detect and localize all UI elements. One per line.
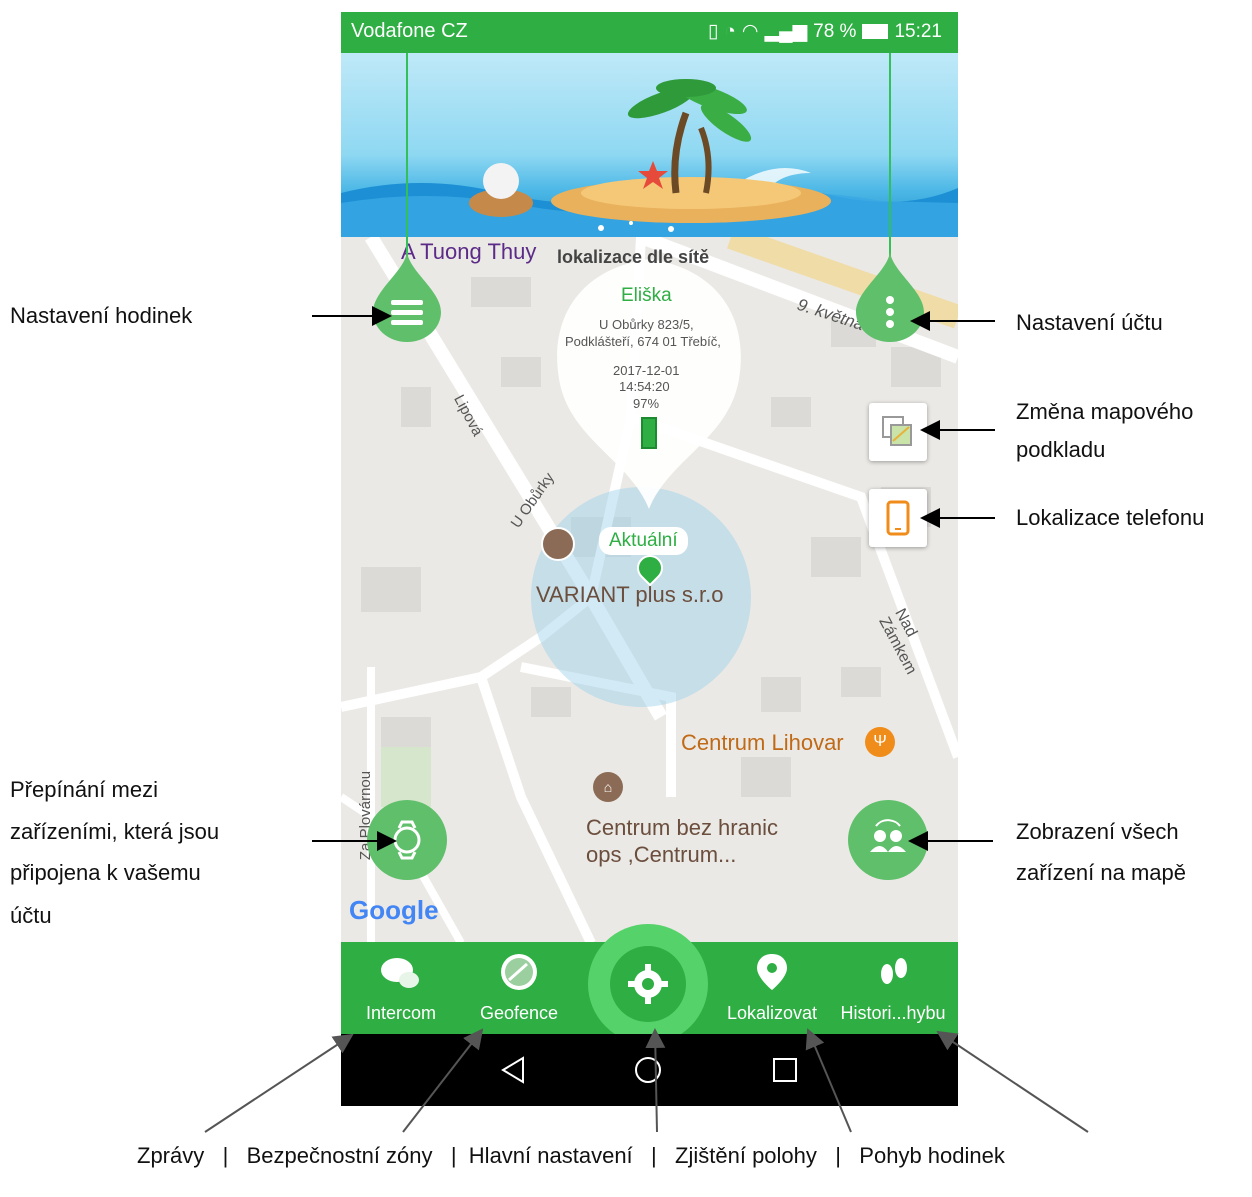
right-drop-line <box>889 53 891 273</box>
map-layer-button[interactable] <box>869 403 927 461</box>
status-bar: Vodafone CZ ▯ ◔ ◠ ▂▄▆ 78 % 15:21 <box>341 12 958 53</box>
annotation-phone-location: Lokalizace telefonu <box>1016 505 1205 530</box>
android-nav-bar <box>341 1034 958 1106</box>
main-settings-inner <box>610 946 686 1022</box>
island-illustration <box>341 79 958 237</box>
annotation-all-devices-1: Zobrazení všech <box>1016 819 1179 844</box>
chat-bubbles-icon <box>381 958 419 988</box>
current-location-badge: Aktuální <box>599 527 688 555</box>
device-battery-percent: 97% <box>633 396 660 411</box>
clock: 15:21 <box>894 20 942 42</box>
annotation-bottom-caption: Zprávy | Bezpečnostní zóny | Hlavní nast… <box>137 1143 1005 1168</box>
location-mode-label: lokalizace dle sítě <box>557 247 710 267</box>
watch-settings-button[interactable] <box>373 250 441 342</box>
poi-label-centrum-bez-hranic: Centrum bez hranic <box>586 815 778 840</box>
switch-device-button[interactable] <box>367 800 447 880</box>
main-settings-button[interactable] <box>588 924 708 1044</box>
radar-icon <box>501 954 537 990</box>
footprints-icon <box>881 958 907 984</box>
phone-screen: Vodafone CZ ▯ ◔ ◠ ▂▄▆ 78 % 15:21 A Tuong… <box>341 12 958 1106</box>
device-date: 2017-12-01 <box>613 363 680 378</box>
tab-intercom[interactable]: Intercom <box>351 942 451 1034</box>
home-icon[interactable] <box>625 1046 671 1094</box>
poi-label-variant: VARIANT plus s.r.o <box>536 582 724 607</box>
layers-icon <box>882 416 912 446</box>
back-icon[interactable] <box>491 1046 536 1094</box>
gear-icon <box>628 964 668 1004</box>
menu-icon <box>373 250 441 342</box>
annotation-map-layer-2: podkladu <box>1016 437 1106 462</box>
device-info-bubble[interactable]: lokalizace dle sítě Eliška U Obůrky 823/… <box>549 247 749 509</box>
annotation-switch-3: připojena k vašemu <box>10 860 201 885</box>
google-logo: Google <box>349 895 439 925</box>
battery-icon <box>862 24 889 39</box>
group-icon <box>870 819 906 852</box>
annotation-all-devices-2: zařízení na mapě <box>1016 860 1186 885</box>
annotation-map-layer-1: Změna mapového <box>1016 399 1194 424</box>
museum-icon: ⌂ <box>593 772 623 802</box>
poi-label-centrum-bez-hranic-2: ops ,Centrum... <box>586 842 737 867</box>
tab-movement-history[interactable]: Histori...hybu <box>831 942 955 1034</box>
alarm-icon: ◔ <box>724 20 736 42</box>
device-name: Eliška <box>621 285 672 306</box>
show-all-devices-button[interactable] <box>848 800 928 880</box>
tab-locate[interactable]: Lokalizovat <box>717 942 827 1034</box>
device-address-line2: Podklášteří, 674 01 Třebíč, <box>565 334 721 349</box>
phone-icon <box>886 500 910 536</box>
map-pin-icon <box>757 954 787 990</box>
left-drop-line <box>406 53 408 273</box>
annotation-switch-1: Přepínání mezi <box>10 777 158 802</box>
battery-icon <box>641 417 657 449</box>
account-settings-button[interactable] <box>856 250 924 342</box>
battery-percent: 78 % <box>813 20 857 42</box>
watch-icon <box>393 820 421 860</box>
tab-geofence[interactable]: Geofence <box>469 942 569 1034</box>
wifi-icon: ◠ <box>741 21 759 42</box>
tab-label-geofence: Geofence <box>479 1003 559 1023</box>
phone-location-button[interactable] <box>869 489 927 547</box>
bottom-tab-bar: Intercom Geofence Lokalizovat Histori...… <box>341 924 958 1044</box>
annotation-watch-settings: Nastavení hodinek <box>10 303 193 328</box>
recents-icon[interactable] <box>761 1046 809 1094</box>
restaurant-icon: Ψ <box>865 727 895 757</box>
annotation-switch-2: zařízeními, která jsou <box>10 819 220 844</box>
tab-label-locate: Lokalizovat <box>726 1003 818 1023</box>
tab-label-history: Histori...hybu <box>840 1003 946 1023</box>
poi-label-centrum-lihovar: Centrum Lihovar <box>681 730 844 755</box>
header-banner <box>341 53 958 237</box>
status-icons: ▯ ◔ ◠ ▂▄▆ 78 % 15:21 <box>708 20 942 43</box>
poi-marker-icon <box>541 527 575 561</box>
device-time: 14:54:20 <box>619 379 670 394</box>
tab-label-intercom: Intercom <box>365 1003 437 1023</box>
vibrate-icon: ▯ <box>707 21 719 42</box>
signal-icon: ▂▄▆ <box>764 21 808 42</box>
annotation-account-settings: Nastavení účtu <box>1016 310 1163 335</box>
carrier-name: Vodafone CZ <box>351 20 468 42</box>
device-address-line1: U Obůrky 823/5, <box>599 317 694 332</box>
more-vertical-icon <box>856 250 924 342</box>
annotation-switch-4: účtu <box>10 903 52 928</box>
